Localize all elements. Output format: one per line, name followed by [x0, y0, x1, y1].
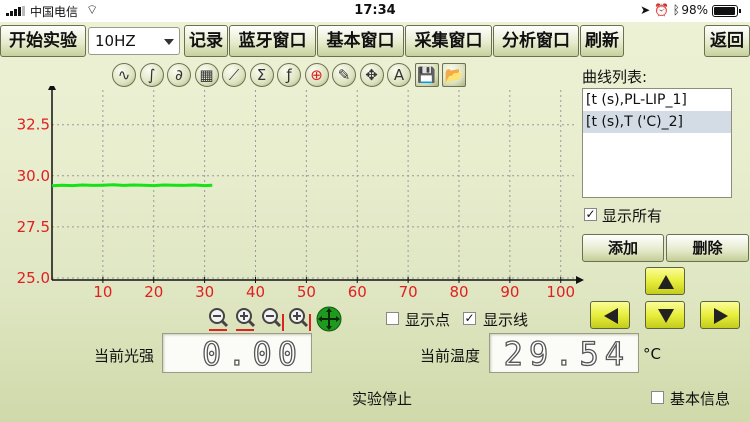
x-tick-label: 100: [546, 283, 575, 301]
show-line-label: 显示线: [483, 311, 529, 329]
x-tick-label: 30: [195, 283, 214, 301]
y-tick-label: 32.5: [17, 116, 50, 134]
y-tick-label: 30.0: [17, 167, 50, 185]
x-tick-label: 50: [297, 283, 316, 301]
y-tick-label: 25.0: [17, 269, 50, 287]
show-points-checkbox[interactable]: [386, 312, 399, 325]
alarm-icon: ⏰: [654, 3, 669, 17]
y-tick-label: 27.5: [17, 218, 50, 236]
status-bar: 中国电信 ⌔ 17:34 ➤ ⏰ ᛒ 98%: [0, 0, 750, 22]
show-line-checkbox[interactable]: ✓: [463, 312, 476, 325]
function-icon[interactable]: ƒ: [277, 63, 301, 87]
delete-curve-button[interactable]: 删除: [666, 234, 749, 262]
frequency-select[interactable]: 10HZ: [88, 27, 180, 55]
pen-icon[interactable]: ✎: [332, 63, 356, 87]
curve-fit-icon[interactable]: ⟋: [222, 63, 246, 87]
battery-percent: 98%: [681, 3, 708, 17]
temperature-value: 29.54: [503, 334, 630, 373]
move-icon[interactable]: ✥: [359, 63, 384, 87]
sine-wave-icon[interactable]: ∿: [112, 63, 136, 87]
show-all-checkbox[interactable]: ✓: [584, 208, 597, 221]
curve-list[interactable]: [t (s),PL-LIP_1] [t (s),T ('C)_2]: [582, 88, 732, 198]
frequency-value: 10HZ: [95, 32, 136, 50]
move-left-button[interactable]: [590, 301, 630, 329]
basic-window-button[interactable]: 基本窗口: [317, 25, 404, 57]
x-axis-arrow: [576, 276, 584, 284]
location-icon: ➤: [640, 3, 651, 17]
experiment-status: 实验停止: [352, 390, 413, 408]
bluetooth-icon: ᛒ: [672, 3, 680, 17]
pan-icon[interactable]: [316, 306, 342, 332]
record-button[interactable]: 记录: [184, 25, 228, 57]
x-tick-label: 80: [449, 283, 468, 301]
move-right-button[interactable]: [700, 301, 740, 329]
curve-list-title: 曲线列表:: [582, 68, 648, 86]
show-points-label: 显示点: [405, 311, 451, 329]
y-axis-arrow: [48, 86, 56, 90]
light-intensity-label: 当前光强: [94, 347, 155, 365]
line-chart[interactable]: 10 20 30 40 50 60 70 80 90 100 25.0 27.5 30.0 32.5: [0, 86, 585, 302]
zoom-in-horizontal-icon[interactable]: [233, 306, 259, 332]
basic-info-label: 基本信息: [670, 390, 731, 408]
arrow-right-icon: [714, 308, 728, 324]
start-experiment-button[interactable]: 开始实验: [0, 25, 86, 57]
open-folder-icon[interactable]: 📂: [442, 63, 466, 87]
sigma-icon[interactable]: Σ: [249, 63, 274, 87]
chevron-down-icon: [164, 39, 174, 45]
arrow-up-icon: [658, 275, 674, 289]
add-curve-button[interactable]: 添加: [582, 234, 664, 262]
battery-fill: [714, 7, 735, 15]
clock: 17:34: [354, 3, 396, 18]
bluetooth-window-button[interactable]: 蓝牙窗口: [229, 25, 316, 57]
move-up-button[interactable]: [645, 267, 685, 295]
curve-list-item[interactable]: [t (s),PL-LIP_1]: [583, 89, 731, 111]
battery-icon: [712, 5, 741, 17]
crosshair-icon[interactable]: ⊕: [304, 63, 329, 87]
x-tick-label: 10: [93, 283, 112, 301]
show-all-label: 显示所有: [602, 207, 663, 225]
temperature-unit: °C: [643, 345, 661, 363]
x-tick-label: 20: [144, 283, 163, 301]
series-line: [51, 183, 213, 188]
light-intensity-display: 0.00: [162, 333, 312, 374]
arrow-left-icon: [604, 308, 618, 324]
text-a-icon[interactable]: A: [387, 63, 411, 87]
light-intensity-value: 0.00: [201, 334, 303, 373]
partial-icon[interactable]: ∂: [167, 63, 191, 87]
x-tick-label: 70: [399, 283, 418, 301]
x-tick-label: 40: [246, 283, 265, 301]
save-icon[interactable]: 💾: [414, 63, 439, 87]
zoom-out-vertical-icon[interactable]: [259, 306, 285, 332]
back-button[interactable]: 返回: [704, 25, 750, 57]
refresh-button[interactable]: 刷新: [580, 25, 624, 57]
temperature-label: 当前温度: [420, 347, 481, 365]
move-down-button[interactable]: [645, 301, 685, 329]
analysis-window-button[interactable]: 分析窗口: [493, 25, 579, 57]
collect-window-button[interactable]: 采集窗口: [405, 25, 492, 57]
curve-list-item[interactable]: [t (s),T ('C)_2]: [583, 111, 731, 133]
temperature-display: 29.54: [489, 333, 639, 374]
x-tick-label: 60: [348, 283, 367, 301]
zoom-out-horizontal-icon[interactable]: [206, 306, 232, 332]
arrow-down-icon: [658, 309, 674, 323]
x-tick-label: 90: [500, 283, 519, 301]
integral-icon[interactable]: ∫: [139, 63, 164, 87]
zoom-in-vertical-icon[interactable]: [286, 306, 312, 332]
status-icons: ➤ ⏰ ᛒ: [640, 3, 680, 17]
chip-icon[interactable]: ▦: [194, 63, 219, 87]
basic-info-checkbox[interactable]: [651, 391, 664, 404]
